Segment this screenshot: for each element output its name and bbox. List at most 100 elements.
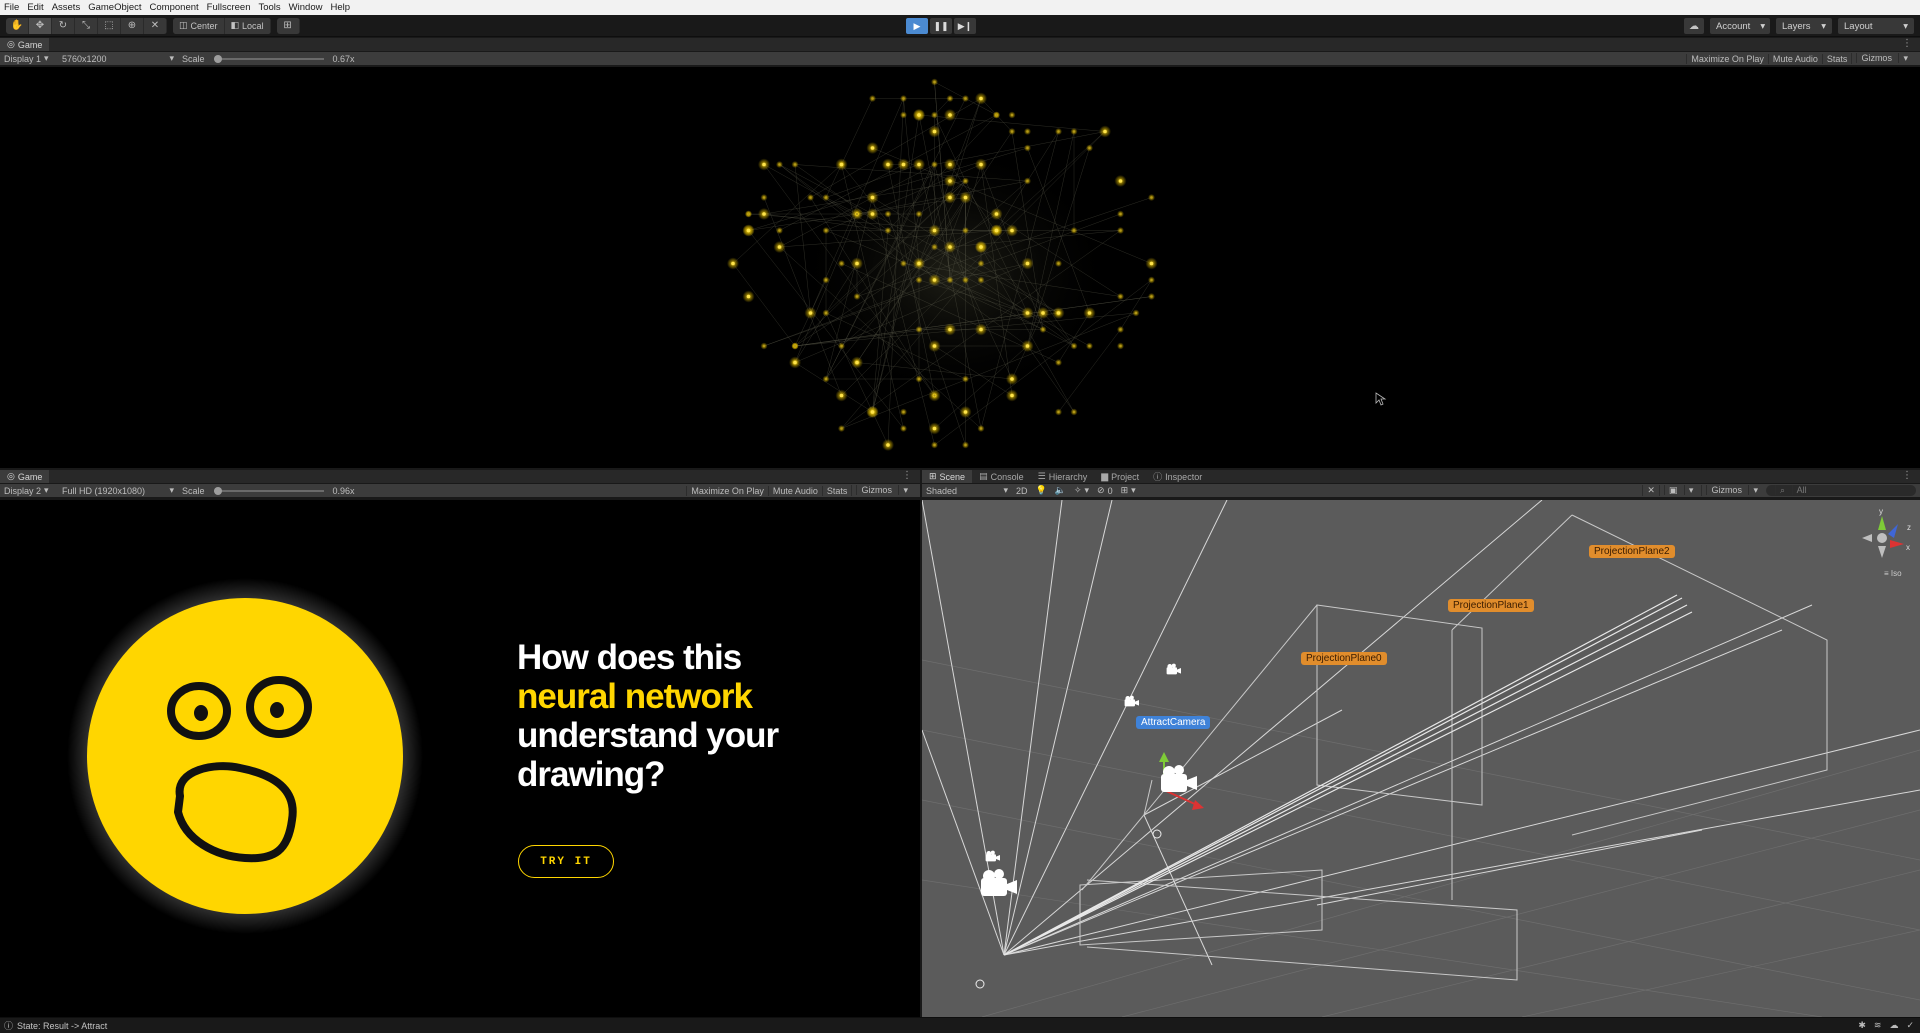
panel-menu-icon[interactable]: ⋮ xyxy=(1902,470,1912,481)
network-node xyxy=(778,163,781,166)
headline-line-2: neural network xyxy=(517,677,753,716)
tools-icon[interactable]: ✕ xyxy=(1642,485,1659,496)
tab-console[interactable]: ▤ Console xyxy=(972,470,1031,483)
slider-knob[interactable] xyxy=(213,54,222,63)
tab-hierarchy[interactable]: ☰ Hierarchy xyxy=(1031,470,1095,483)
camera-icon: ▣ xyxy=(1663,485,1682,495)
scene-gizmos-dropdown[interactable]: Gizmos ▾ xyxy=(1701,485,1766,496)
menu-file[interactable]: File xyxy=(4,2,19,13)
tab-inspector[interactable]: ⓘ Inspector xyxy=(1146,470,1209,483)
shading-mode-dropdown[interactable]: Shaded ▾ xyxy=(922,485,1012,496)
step-button[interactable]: ▶❙ xyxy=(954,18,976,34)
grid-snap-icon[interactable]: ⊞ xyxy=(277,17,300,34)
maximize-on-play-toggle[interactable]: Maximize On Play xyxy=(686,485,768,496)
network-node xyxy=(793,344,797,348)
panel-menu-icon[interactable]: ⋮ xyxy=(902,470,912,481)
game1-viewport[interactable] xyxy=(0,67,1920,468)
label-projection-plane-0[interactable]: ProjectionPlane0 xyxy=(1301,652,1387,665)
panel-menu-icon[interactable]: ⋮ xyxy=(1902,38,1912,49)
play-button[interactable]: ▶ xyxy=(906,18,928,34)
label-projection-plane-2[interactable]: ProjectionPlane2 xyxy=(1589,545,1675,558)
scale-tool-icon[interactable]: ⤡ xyxy=(75,17,98,34)
network-node xyxy=(1119,344,1122,348)
network-node xyxy=(808,311,813,315)
effects-dropdown[interactable]: ✧ ▾ xyxy=(1070,485,1093,496)
menu-window[interactable]: Window xyxy=(289,2,323,13)
game2-scale-slider[interactable] xyxy=(213,486,324,495)
lighting-toggle[interactable]: 💡 xyxy=(1032,485,1051,496)
network-node xyxy=(963,195,968,200)
try-it-button[interactable]: TRY IT xyxy=(518,845,614,878)
rotate-tool-icon[interactable]: ↻ xyxy=(52,17,75,34)
move-tool-icon[interactable]: ✥ xyxy=(29,17,52,34)
maximize-on-play-toggle[interactable]: Maximize On Play xyxy=(1686,53,1768,64)
mute-audio-toggle[interactable]: Mute Audio xyxy=(1767,53,1822,64)
transform-tool-icon[interactable]: ⊕ xyxy=(121,17,144,34)
grid-snap-group: ⊞ xyxy=(276,17,300,34)
menu-fullscreen[interactable]: Fullscreen xyxy=(207,2,251,13)
network-node xyxy=(855,360,859,365)
cloud-status-icon[interactable]: ☁ xyxy=(1889,1020,1898,1031)
chevron-down-icon: ▾ xyxy=(898,485,912,495)
gizmos-toggle[interactable]: Gizmos ▾ xyxy=(1851,53,1916,64)
scene-search-input[interactable]: ⌕ All xyxy=(1766,485,1916,496)
audio-toggle[interactable]: 🔈 xyxy=(1051,485,1070,496)
menu-gameobject[interactable]: GameObject xyxy=(88,2,141,13)
tab-game1[interactable]: ◎ Game xyxy=(0,38,50,51)
tab-game2[interactable]: ◎ Game xyxy=(0,470,50,483)
game2-resolution: Full HD (1920x1080) xyxy=(62,485,146,496)
stats-toggle[interactable]: Stats xyxy=(821,485,852,496)
menu-component[interactable]: Component xyxy=(150,2,199,13)
menu-assets[interactable]: Assets xyxy=(52,2,81,13)
network-node xyxy=(1149,261,1154,266)
2d-toggle[interactable]: 2D xyxy=(1012,486,1032,496)
pivot-local-button[interactable]: ◧ Local xyxy=(224,17,271,34)
network-node xyxy=(979,262,983,265)
layers-dropdown[interactable]: Layers ▾ xyxy=(1776,18,1832,34)
tab-scene[interactable]: ⊞ Scene xyxy=(922,470,973,483)
label-attract-camera[interactable]: AttractCamera xyxy=(1136,716,1211,729)
grid-dropdown[interactable]: ⊞ ▾ xyxy=(1117,485,1140,496)
camera-dropdown[interactable]: ▣ ▾ xyxy=(1658,485,1702,496)
game2-display-dropdown[interactable]: Display 2 ▾ xyxy=(0,485,58,496)
layout-dropdown[interactable]: Layout ▾ xyxy=(1838,18,1914,34)
iso-label[interactable]: ≡ Iso xyxy=(1884,569,1902,578)
slider-knob[interactable] xyxy=(213,486,222,495)
network-node xyxy=(933,113,936,117)
camera-icon-small-1 xyxy=(1166,663,1181,675)
network-node xyxy=(747,212,750,216)
network-node xyxy=(1118,179,1123,183)
account-dropdown[interactable]: Account ▾ xyxy=(1710,18,1770,34)
check-icon[interactable]: ✓ xyxy=(1906,1020,1914,1031)
cloud-button[interactable]: ☁ xyxy=(1684,18,1704,34)
status-text[interactable]: State: Result -> Attract xyxy=(17,1021,107,1031)
game1-resolution-dropdown[interactable]: 5760x1200 ▾ xyxy=(58,53,178,64)
game1-scale-slider[interactable] xyxy=(213,54,324,63)
menu-tools[interactable]: Tools xyxy=(258,2,280,13)
tab-project[interactable]: ▆ Project xyxy=(1094,470,1146,483)
menu-edit[interactable]: Edit xyxy=(27,2,43,13)
network-node xyxy=(762,196,766,199)
bug-icon[interactable]: ✱ xyxy=(1858,1020,1866,1031)
network-node xyxy=(901,162,906,167)
pivot-center-label: Center xyxy=(190,20,218,31)
custom-tool-icon[interactable]: ✕ xyxy=(144,17,167,34)
hand-tool-icon[interactable]: ✋ xyxy=(6,17,29,34)
network-node xyxy=(1119,328,1122,331)
mute-audio-toggle[interactable]: Mute Audio xyxy=(767,485,822,496)
rect-tool-icon[interactable]: ⬚ xyxy=(98,17,121,34)
gizmos-toggle[interactable]: Gizmos ▾ xyxy=(851,485,916,496)
scene-visibility-toggle[interactable]: ⊘ 0 xyxy=(1093,485,1117,496)
pause-button[interactable]: ❚❚ xyxy=(930,18,952,34)
menu-help[interactable]: Help xyxy=(330,2,350,13)
pivot-center-button[interactable]: ◫ Center xyxy=(173,17,225,34)
network-node xyxy=(979,327,983,332)
game2-viewport[interactable]: How does this neural network understand … xyxy=(0,500,920,1017)
network-node xyxy=(840,344,843,348)
scene-viewport[interactable]: y z x ≡ Iso ProjectionPlane2 ProjectionP… xyxy=(922,500,1920,1017)
stats-toggle[interactable]: Stats xyxy=(1821,53,1852,64)
game1-display-dropdown[interactable]: Display 1 ▾ xyxy=(0,53,58,64)
label-projection-plane-1[interactable]: ProjectionPlane1 xyxy=(1448,599,1534,612)
game2-resolution-dropdown[interactable]: Full HD (1920x1080) ▾ xyxy=(58,485,178,496)
layers-stack-icon[interactable]: ≋ xyxy=(1874,1020,1882,1031)
